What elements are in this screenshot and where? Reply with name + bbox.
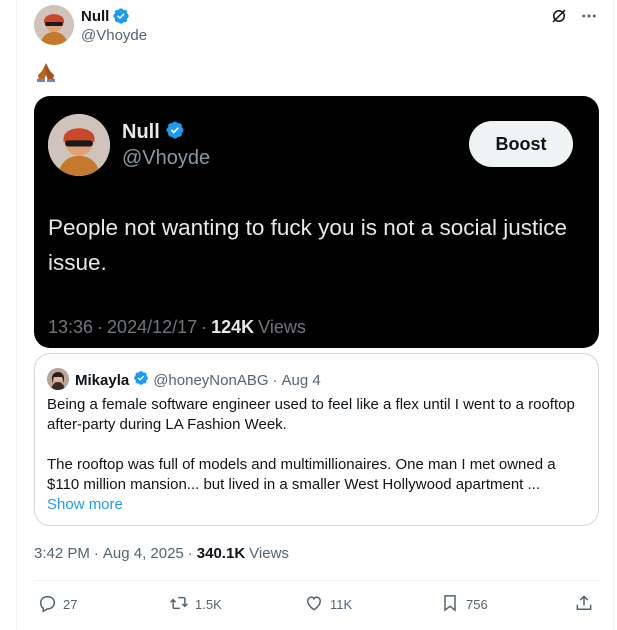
post-views-count: 340.1K bbox=[196, 545, 246, 562]
reply-button[interactable]: 27 bbox=[37, 593, 77, 616]
repost-button[interactable]: 1.5K bbox=[169, 593, 222, 616]
embedded-handle: @Vhoyde bbox=[122, 147, 211, 169]
author-name[interactable]: Null bbox=[81, 8, 109, 25]
divider bbox=[34, 580, 599, 581]
quoted-date: Aug 4 bbox=[281, 371, 321, 389]
quoted-post[interactable]: Mikayla @honeyNonABG · Aug 4 Being a fem… bbox=[34, 353, 599, 526]
author-handle[interactable]: @Vhoyde bbox=[81, 27, 147, 44]
quoted-name: Mikayla bbox=[75, 371, 130, 389]
separator: · bbox=[272, 371, 278, 389]
embedded-views-label: Views bbox=[258, 317, 306, 337]
heart-icon bbox=[304, 593, 324, 616]
post-views-label: Views bbox=[249, 545, 289, 562]
like-count: 11K bbox=[330, 597, 353, 612]
verified-badge-icon bbox=[112, 7, 130, 25]
embedded-verified-badge-icon bbox=[165, 120, 185, 145]
author-name-row[interactable]: Null bbox=[81, 7, 130, 25]
quoted-paragraph: Being a female software engineer used to… bbox=[47, 396, 575, 433]
like-button[interactable]: 11K bbox=[304, 593, 352, 616]
quoted-handle: @honeyNonABG bbox=[153, 371, 269, 389]
bookmark-button[interactable]: 756 bbox=[440, 593, 488, 616]
quoted-text: Being a female software engineer used to… bbox=[47, 395, 587, 495]
action-bar: 27 1.5K 11K 756 bbox=[17, 593, 615, 617]
embedded-name: Null bbox=[122, 121, 160, 143]
separator: · bbox=[93, 545, 99, 562]
embedded-meta: 13:36 · 2024/12/17 · 124K Views bbox=[48, 317, 306, 338]
repost-icon bbox=[169, 593, 189, 616]
embedded-views-count: 124K bbox=[211, 317, 255, 337]
grok-icon[interactable] bbox=[549, 6, 569, 26]
separator: · bbox=[187, 545, 193, 562]
embedded-name-row: Null bbox=[122, 120, 185, 145]
embedded-text: People not wanting to fuck you is not a … bbox=[48, 215, 568, 275]
reply-icon bbox=[37, 593, 57, 616]
top-icons bbox=[549, 6, 599, 26]
quoted-avatar bbox=[47, 368, 69, 390]
post: Null @Vhoyde Null @Vhoyde Boost People n… bbox=[16, 0, 614, 630]
post-time[interactable]: 3:42 PM bbox=[34, 545, 90, 562]
bookmark-icon bbox=[440, 593, 460, 616]
bookmark-count: 756 bbox=[466, 597, 488, 612]
folded-hands-emoji-icon bbox=[35, 61, 57, 83]
reply-count: 27 bbox=[63, 597, 78, 612]
quoted-paragraph: The rooftop was full of models and multi… bbox=[47, 456, 556, 493]
quoted-header: Mikayla @honeyNonABG · Aug 4 bbox=[75, 370, 321, 390]
separator: · bbox=[97, 317, 104, 337]
share-button[interactable] bbox=[574, 593, 594, 616]
quoted-verified-badge-icon bbox=[133, 370, 149, 390]
author-avatar[interactable] bbox=[34, 5, 74, 45]
show-more-link[interactable]: Show more bbox=[47, 496, 123, 513]
post-date[interactable]: Aug 4, 2025 bbox=[103, 545, 184, 562]
embedded-date: 2024/12/17 bbox=[107, 317, 198, 337]
boost-button: Boost bbox=[469, 121, 573, 167]
repost-count: 1.5K bbox=[195, 597, 222, 612]
separator: · bbox=[201, 317, 208, 337]
embedded-post-image[interactable]: Null @Vhoyde Boost People not wanting to… bbox=[34, 96, 599, 348]
more-options-icon[interactable] bbox=[579, 6, 599, 26]
embedded-time: 13:36 bbox=[48, 317, 94, 337]
share-icon bbox=[574, 593, 594, 616]
embedded-avatar bbox=[48, 114, 110, 176]
post-meta: 3:42 PM · Aug 4, 2025 · 340.1K Views bbox=[34, 545, 289, 562]
